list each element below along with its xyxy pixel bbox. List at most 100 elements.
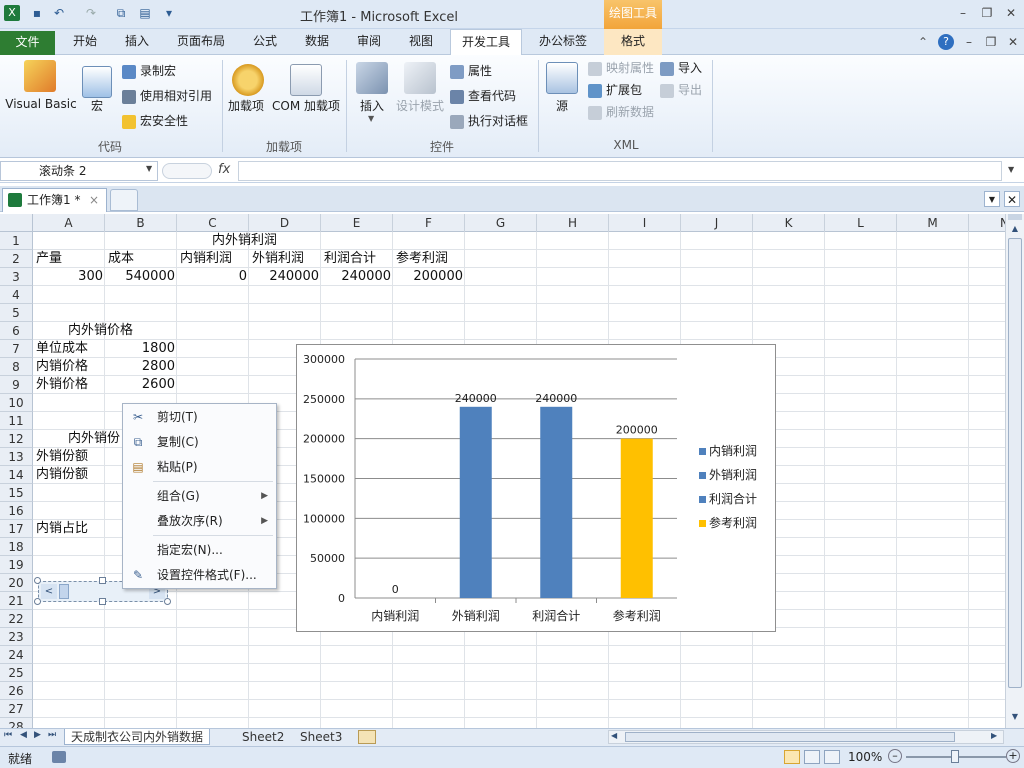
formula-input[interactable] bbox=[238, 161, 1002, 181]
profit-chart[interactable]: 0 50000 100000 150000 200000 250000 300000 0 内销利… bbox=[296, 344, 776, 632]
tab-home[interactable]: 开始 bbox=[62, 29, 108, 55]
cell-b8[interactable]: 2800 bbox=[106, 358, 175, 376]
cell-a17[interactable]: 内销占比 bbox=[36, 520, 88, 538]
zoom-level[interactable]: 100% bbox=[848, 750, 882, 764]
menu-item-paste[interactable]: ▤ 粘贴(P) bbox=[123, 455, 276, 479]
addins-button[interactable]: 加载项 bbox=[226, 60, 266, 130]
cell-a9[interactable]: 外销价格 bbox=[36, 376, 88, 394]
collapse-ribbon-icon[interactable]: ⌃ bbox=[918, 35, 928, 49]
normal-view-icon[interactable] bbox=[784, 750, 800, 764]
sheet-tab-sheet2[interactable]: Sheet2 bbox=[236, 729, 290, 745]
name-box-dropdown-icon[interactable]: ▼ bbox=[146, 164, 152, 173]
sheet-nav-first-icon[interactable]: ⏮ bbox=[4, 730, 12, 740]
hscroll-left-arrow-icon[interactable]: ◀ bbox=[611, 731, 617, 740]
cell-e2[interactable]: 利润合计 bbox=[324, 250, 376, 268]
cell-a14[interactable]: 内销份额 bbox=[36, 466, 88, 484]
redo-icon[interactable]: ↷ bbox=[82, 4, 100, 22]
menu-item-assign-macro[interactable]: 指定宏(N)... bbox=[123, 538, 276, 562]
sheet-nav-prev-icon[interactable]: ◀ bbox=[20, 730, 27, 740]
tab-office-tab[interactable]: 办公标签 bbox=[528, 29, 598, 55]
cell-a8[interactable]: 内销价格 bbox=[36, 358, 88, 376]
split-box[interactable] bbox=[1008, 214, 1022, 220]
help-icon[interactable]: ? bbox=[938, 34, 954, 50]
menu-item-order[interactable]: 叠放次序(R) ▶ bbox=[123, 509, 276, 533]
page-break-view-icon[interactable] bbox=[824, 750, 840, 764]
doc-restore-icon[interactable]: ❐ bbox=[982, 34, 1000, 50]
properties-button[interactable]: 属性 bbox=[450, 61, 492, 81]
save-icon[interactable]: ▪ bbox=[28, 4, 46, 22]
zoom-out-icon[interactable]: – bbox=[888, 749, 902, 763]
sheet-tab-active[interactable]: 天成制衣公司内外销数据 bbox=[64, 729, 211, 745]
tab-review[interactable]: 审阅 bbox=[346, 29, 392, 55]
insert-sheet-icon[interactable] bbox=[358, 730, 376, 744]
doc-close-icon[interactable]: ✕ bbox=[1004, 34, 1022, 50]
copy-icon[interactable]: ⧉ bbox=[112, 4, 130, 22]
cell-d3[interactable]: 240000 bbox=[250, 268, 319, 286]
document-tab[interactable]: 工作簿1 * × bbox=[2, 188, 107, 212]
cell-f3[interactable]: 200000 bbox=[394, 268, 463, 286]
com-addins-button[interactable]: COM 加载项 bbox=[270, 60, 342, 130]
menu-item-group[interactable]: 组合(G) ▶ bbox=[123, 484, 276, 508]
tab-developer[interactable]: 开发工具 bbox=[450, 29, 522, 56]
sheet-tab-sheet3[interactable]: Sheet3 bbox=[294, 729, 348, 745]
map-properties-button[interactable]: 映射属性 bbox=[588, 58, 654, 78]
insert-function-button[interactable]: fx bbox=[218, 162, 230, 177]
design-mode-button[interactable]: 设计模式 bbox=[394, 60, 446, 130]
paste-icon[interactable]: ▤ bbox=[136, 4, 154, 22]
cell-a6[interactable]: 内外销价格 bbox=[68, 322, 133, 340]
sheet-nav-last-icon[interactable]: ⏭ bbox=[48, 730, 56, 740]
macro-record-status-icon[interactable] bbox=[52, 751, 66, 763]
tab-page-layout[interactable]: 页面布局 bbox=[166, 29, 236, 55]
menu-item-copy[interactable]: ⧉ 复制(C) bbox=[123, 430, 276, 454]
minimize-icon[interactable]: – bbox=[954, 5, 972, 21]
macros-button[interactable]: 宏 bbox=[82, 60, 112, 130]
expansion-packs-button[interactable]: 扩展包 bbox=[588, 80, 642, 100]
visual-basic-button[interactable]: Visual Basic bbox=[4, 60, 78, 116]
tab-data[interactable]: 数据 bbox=[294, 29, 340, 55]
page-layout-view-icon[interactable] bbox=[804, 750, 820, 764]
close-document-icon[interactable]: ✕ bbox=[1004, 191, 1020, 207]
scroll-thumb[interactable] bbox=[1008, 238, 1022, 688]
scroll-up-arrow-icon[interactable]: ▲ bbox=[1008, 222, 1022, 236]
view-code-button[interactable]: 查看代码 bbox=[450, 86, 516, 106]
import-button[interactable]: 导入 bbox=[660, 58, 702, 78]
vertical-scrollbar[interactable]: ▲ ▼ bbox=[1005, 214, 1024, 728]
resize-handle[interactable] bbox=[99, 598, 106, 605]
resize-handle[interactable] bbox=[99, 577, 106, 584]
cell-a12[interactable]: 内外销份 bbox=[68, 430, 120, 448]
cell-a13[interactable]: 外销份额 bbox=[36, 448, 88, 466]
refresh-data-button[interactable]: 刷新数据 bbox=[588, 102, 654, 122]
run-dialog-button[interactable]: 执行对话框 bbox=[450, 111, 528, 131]
cell-e3[interactable]: 240000 bbox=[322, 268, 391, 286]
resize-handle[interactable] bbox=[164, 598, 171, 605]
tab-file[interactable]: 文件 bbox=[0, 31, 55, 55]
hscroll-thumb[interactable] bbox=[625, 732, 955, 742]
close-tab-icon[interactable]: × bbox=[89, 189, 99, 211]
cell-f2[interactable]: 参考利润 bbox=[396, 250, 448, 268]
formula-bar-expand-handle[interactable] bbox=[162, 163, 212, 179]
menu-item-cut[interactable]: ✂ 剪切(T) bbox=[123, 405, 276, 429]
cell-b7[interactable]: 1800 bbox=[106, 340, 175, 358]
close-icon[interactable]: ✕ bbox=[1002, 5, 1020, 21]
cell-b9[interactable]: 2600 bbox=[106, 376, 175, 394]
cell-b3[interactable]: 540000 bbox=[106, 268, 175, 286]
zoom-slider-thumb[interactable] bbox=[951, 750, 959, 763]
customize-qat-icon[interactable]: ▾ bbox=[160, 4, 178, 22]
name-box[interactable]: 滚动条 2 bbox=[0, 161, 158, 181]
xml-source-button[interactable]: 源 bbox=[544, 60, 580, 130]
menu-item-format-control[interactable]: ✎ 设置控件格式(F)... bbox=[123, 563, 276, 587]
tab-insert[interactable]: 插入 bbox=[114, 29, 160, 55]
insert-control-button[interactable]: 插入 ▼ bbox=[352, 60, 392, 130]
cell-b2[interactable]: 成本 bbox=[108, 250, 134, 268]
scroll-down-arrow-icon[interactable]: ▼ bbox=[1008, 710, 1022, 724]
resize-handle[interactable] bbox=[34, 577, 41, 584]
export-button[interactable]: 导出 bbox=[660, 80, 702, 100]
scroll-left-arrow-icon[interactable]: < bbox=[41, 584, 57, 599]
tab-formulas[interactable]: 公式 bbox=[242, 29, 288, 55]
zoom-in-icon[interactable]: + bbox=[1006, 749, 1020, 763]
cell-c2[interactable]: 内销利润 bbox=[180, 250, 232, 268]
record-macro-button[interactable]: 录制宏 bbox=[122, 61, 176, 81]
relative-ref-button[interactable]: 使用相对引用 bbox=[122, 86, 212, 106]
cell-a3[interactable]: 300 bbox=[34, 268, 103, 286]
scroll-thumb[interactable] bbox=[59, 584, 69, 599]
